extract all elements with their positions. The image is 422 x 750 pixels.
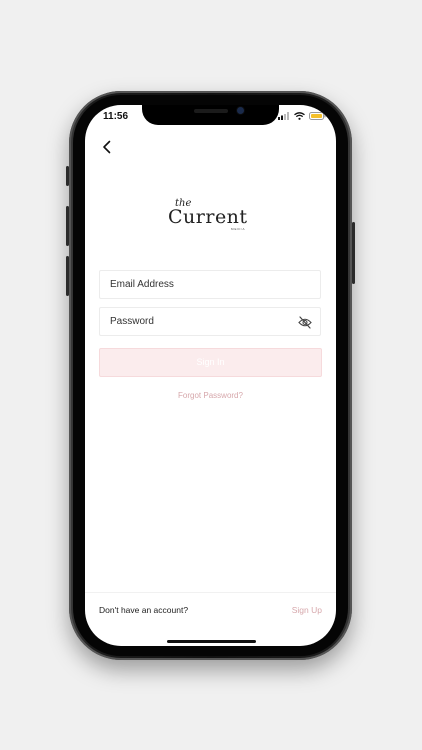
status-time: 11:56 [103, 111, 129, 122]
footer-divider [85, 592, 336, 593]
speaker-grille [194, 109, 228, 113]
front-camera [237, 107, 244, 114]
eye-slash-icon[interactable] [298, 316, 312, 329]
battery-icon [309, 112, 326, 120]
app-screen: 11:56 the Current MEDIA Email Address Si… [85, 105, 336, 646]
forgot-password-link[interactable]: Forgot Password? [85, 391, 336, 400]
volume-up-button [66, 206, 69, 246]
password-input[interactable] [100, 308, 280, 335]
notch [142, 105, 279, 125]
cellular-signal-icon [278, 112, 289, 120]
sign-up-link[interactable]: Sign Up [292, 605, 322, 615]
wifi-icon [294, 112, 305, 120]
email-input[interactable] [100, 271, 280, 298]
sign-in-button[interactable]: Sign In [99, 348, 322, 377]
power-button [352, 222, 355, 284]
logo-sub: MEDIA [231, 227, 246, 231]
mute-switch [66, 166, 69, 186]
password-field[interactable] [99, 307, 321, 336]
email-field[interactable] [99, 270, 321, 299]
status-icons [278, 112, 326, 120]
no-account-text: Don't have an account? [99, 605, 189, 615]
brand-logo: the Current MEDIA [165, 198, 260, 234]
chevron-left-icon[interactable] [99, 139, 115, 155]
home-indicator[interactable] [167, 640, 256, 643]
logo-name: Current [168, 206, 248, 228]
volume-down-button [66, 256, 69, 296]
